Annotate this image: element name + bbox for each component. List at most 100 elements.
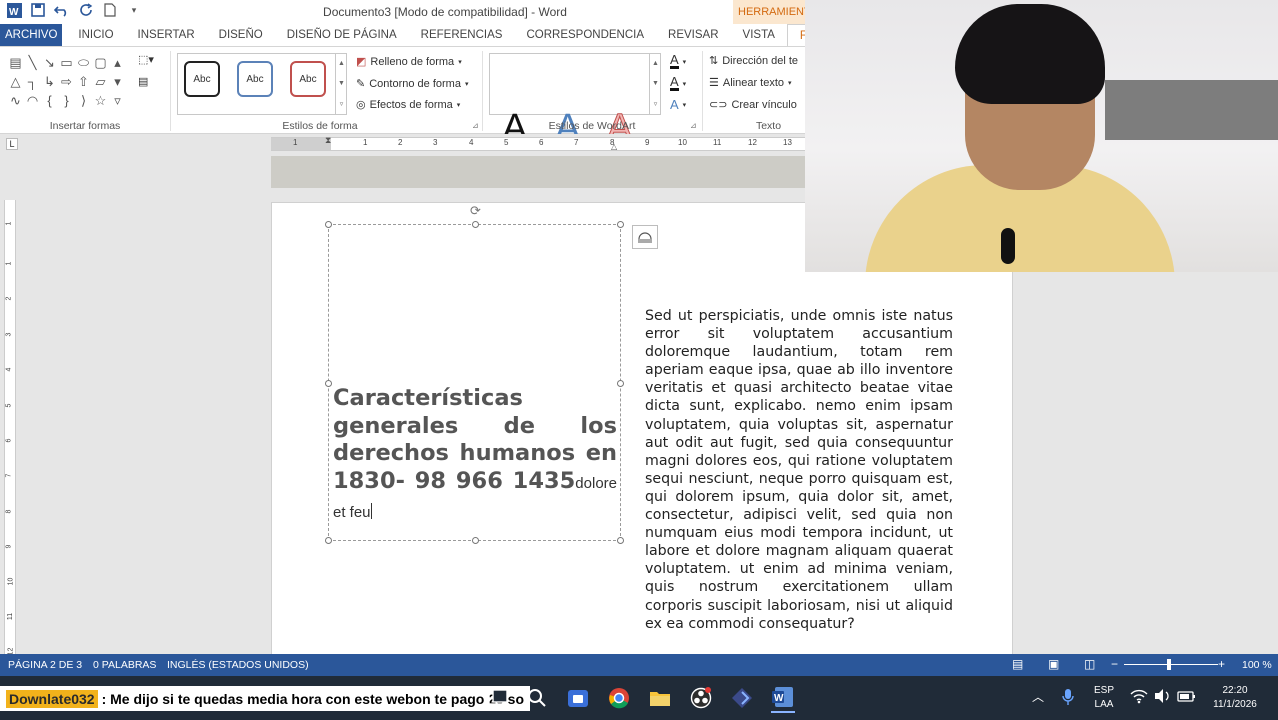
triangle-shape-icon[interactable]: △ — [7, 72, 24, 91]
store-icon[interactable] — [566, 686, 590, 710]
shapes-gallery[interactable]: ▤ ╲ ↘ ▭ ⬭ ▢ ▴ △ ┐ ↳ ⇨ ⇧ ▱ ▾ ∿ ◠ { } ⟩ ☆ … — [7, 53, 133, 110]
tab-references[interactable]: REFERENCIAS — [409, 24, 515, 46]
vertical-ruler[interactable]: 1 1 2 3 4 5 6 7 8 9 10 11 12 — [4, 200, 16, 655]
ruler-number: 3 — [5, 332, 13, 337]
tab-mailings[interactable]: CORRESPONDENCIA — [514, 24, 656, 46]
search-icon[interactable] — [525, 686, 549, 710]
rounded-rect-shape-icon[interactable]: ▢ — [92, 53, 109, 72]
app-icon[interactable] — [730, 686, 754, 710]
tab-design[interactable]: DISEÑO — [207, 24, 275, 46]
file-explorer-icon[interactable] — [648, 686, 672, 710]
arrow-line-shape-icon[interactable]: ↘ — [41, 53, 58, 72]
up-arrow-shape-icon[interactable]: ⇧ — [75, 72, 92, 91]
shape-outline-button[interactable]: ✎ Contorno de forma ▾ — [356, 77, 468, 91]
gallery-scroll-icon[interactable]: ▴ — [109, 53, 126, 72]
layout-options-button[interactable] — [632, 225, 658, 249]
tab-view[interactable]: VISTA — [731, 24, 787, 46]
shape-effects-button[interactable]: ◎ Efectos de forma ▾ — [356, 98, 460, 112]
chrome-icon[interactable] — [607, 686, 631, 710]
shape-style-red[interactable]: Abc — [290, 61, 326, 97]
resize-handle[interactable] — [325, 221, 332, 228]
resize-handle[interactable] — [617, 221, 624, 228]
text-effects-icon[interactable]: A ▾ — [670, 97, 686, 112]
tab-file[interactable]: ARCHIVO — [0, 24, 63, 46]
show-hidden-icons[interactable]: ︿ — [1032, 690, 1044, 704]
ruler-number: 1 — [363, 138, 368, 147]
tab-insert[interactable]: INSERTAR — [126, 24, 207, 46]
dialog-launcher-icon[interactable]: ⊿ — [472, 121, 479, 130]
brace-shape-icon[interactable]: } — [58, 91, 75, 110]
oval-shape-icon[interactable]: ⬭ — [75, 53, 92, 72]
bracket-shape-icon[interactable]: { — [41, 91, 58, 110]
resize-handle[interactable] — [325, 380, 332, 387]
zoom-in-button[interactable]: + — [1218, 657, 1225, 671]
gallery-scroll-icon[interactable]: ▾ — [109, 72, 126, 91]
input-language[interactable]: ESP LAA — [1094, 684, 1114, 712]
tab-home[interactable]: INICIO — [66, 24, 125, 46]
zoom-out-button[interactable]: − — [1111, 657, 1118, 671]
page-indicator[interactable]: PÁGINA 2 DE 3 — [8, 659, 82, 671]
text-outline-icon[interactable]: A ▾ — [670, 75, 686, 91]
resize-handle[interactable] — [472, 221, 479, 228]
microphone-icon[interactable] — [1062, 688, 1074, 711]
star-shape-icon[interactable]: ☆ — [92, 91, 109, 110]
text-box-content[interactable]: Características generales de los derecho… — [333, 385, 617, 527]
shape-style-dark[interactable]: Abc — [184, 61, 220, 97]
horizontal-ruler[interactable]: 1 1 2 3 4 5 6 7 8 9 10 11 12 13 ⧗ △ — [271, 135, 805, 151]
shape-style-blue[interactable]: Abc — [237, 61, 273, 97]
wifi-icon[interactable] — [1130, 688, 1148, 709]
print-layout-icon[interactable]: ▣ — [1048, 657, 1059, 671]
body-paragraph[interactable]: Sed ut perspiciatis, unde omnis iste nat… — [645, 307, 953, 633]
arc-shape-icon[interactable]: ◠ — [24, 91, 41, 110]
task-view-icon[interactable] — [486, 686, 510, 710]
shape-fill-button[interactable]: ◩ Relleno de forma ▾ — [356, 55, 462, 69]
dialog-launcher-icon[interactable]: ⊿ — [690, 121, 697, 130]
battery-icon[interactable] — [1177, 688, 1197, 709]
resize-handle[interactable] — [617, 380, 624, 387]
resize-handle[interactable] — [472, 537, 479, 544]
text-direction-button[interactable]: ⇅ Dirección del te — [709, 54, 798, 68]
gallery-more-icon[interactable]: ▿ — [109, 91, 126, 110]
read-mode-icon[interactable]: ▤ — [1012, 657, 1023, 671]
web-layout-icon[interactable]: ◫ — [1084, 657, 1095, 671]
line-shape-icon[interactable]: ╲ — [24, 53, 41, 72]
rotate-handle-icon[interactable]: ⟳ — [470, 203, 481, 219]
wordart-scroll[interactable]: ▲ ▼ ▿ — [649, 53, 661, 115]
align-text-button[interactable]: ☰ Alinear texto ▾ — [709, 76, 792, 90]
text-fill-icon[interactable]: A ▾ — [670, 53, 686, 69]
word-taskbar-icon[interactable]: W — [771, 683, 795, 713]
language-indicator[interactable]: INGLÉS (ESTADOS UNIDOS) — [167, 659, 309, 671]
ruler-number: 9 — [645, 138, 650, 147]
ruler-number: 4 — [469, 138, 474, 147]
edit-shape-icon[interactable]: ⬚▾ — [138, 53, 154, 66]
elbow-connector-icon[interactable]: ┐ — [24, 72, 41, 91]
curve-shape-icon[interactable]: ∿ — [7, 91, 24, 110]
ruler-number: 6 — [5, 438, 13, 443]
rectangle-shape-icon[interactable]: ▭ — [58, 53, 75, 72]
tab-selector[interactable]: L — [6, 138, 18, 150]
right-arrow-shape-icon[interactable]: ⇨ — [58, 72, 75, 91]
zoom-slider-thumb[interactable] — [1167, 659, 1171, 670]
right-indent-marker-icon[interactable]: △ — [611, 142, 617, 151]
word-count[interactable]: 0 PALABRAS — [93, 659, 156, 671]
textbox-shape-icon[interactable]: ▤ — [7, 53, 24, 72]
indent-marker-icon[interactable]: ⧗ — [325, 135, 331, 146]
brace-right-icon[interactable]: ⟩ — [75, 91, 92, 110]
tab-review[interactable]: REVISAR — [656, 24, 731, 46]
obs-icon[interactable] — [689, 686, 713, 710]
text-box[interactable]: ⟳ Características generales de los derec… — [325, 203, 624, 544]
draw-textbox-icon[interactable]: ▤ — [138, 75, 148, 88]
resize-handle[interactable] — [325, 537, 332, 544]
clock[interactable]: 22:20 11/1/2026 — [1206, 684, 1264, 712]
shape-styles-scroll[interactable]: ▲ ▼ ▿ — [335, 53, 347, 115]
volume-icon[interactable] — [1154, 688, 1172, 709]
ribbon: ▤ ╲ ↘ ▭ ⬭ ▢ ▴ △ ┐ ↳ ⇨ ⇧ ▱ ▾ ∿ ◠ { } ⟩ ☆ … — [0, 46, 805, 150]
elbow-arrow-icon[interactable]: ↳ — [41, 72, 58, 91]
tab-page-layout[interactable]: DISEÑO DE PÁGINA — [275, 24, 409, 46]
resize-handle[interactable] — [617, 537, 624, 544]
create-link-button[interactable]: ⊂⊃ Crear vínculo — [709, 98, 797, 112]
callout-shape-icon[interactable]: ▱ — [92, 72, 109, 91]
zoom-slider[interactable] — [1124, 664, 1218, 665]
group-label-wordart: Estilos de WordArt — [548, 120, 636, 132]
zoom-level[interactable]: 100 % — [1242, 659, 1272, 671]
